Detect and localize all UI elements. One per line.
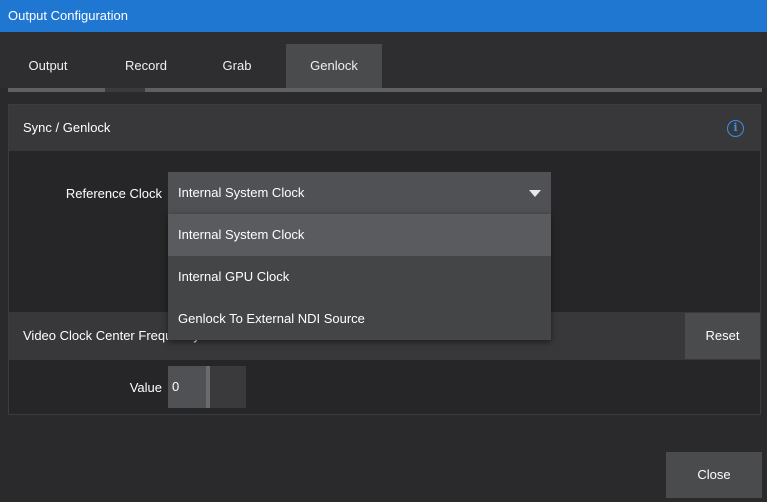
value-label: Value bbox=[129, 380, 162, 395]
sync-genlock-header: Sync / Genlock bbox=[9, 105, 760, 151]
option-genlock-external-ndi[interactable]: Genlock To External NDI Source bbox=[168, 298, 551, 340]
value-input[interactable]: 0 bbox=[168, 366, 206, 408]
sync-genlock-title: Sync / Genlock bbox=[23, 120, 111, 135]
info-icon[interactable]: i bbox=[727, 120, 744, 137]
reference-clock-value: Internal System Clock bbox=[178, 185, 305, 200]
footer bbox=[0, 428, 767, 502]
chevron-down-icon bbox=[529, 190, 541, 197]
reset-button[interactable]: Reset bbox=[685, 313, 760, 359]
tab-grab[interactable]: Grab bbox=[204, 44, 270, 88]
reference-clock-label: Reference Clock bbox=[65, 186, 162, 201]
close-button[interactable]: Close bbox=[666, 452, 762, 498]
tab-bar: Output Record Grab Genlock bbox=[0, 32, 767, 88]
tab-output[interactable]: Output bbox=[14, 44, 82, 88]
window-title: Output Configuration bbox=[8, 8, 128, 23]
window-title-bar: Output Configuration bbox=[0, 0, 767, 32]
value-slider-track[interactable] bbox=[210, 366, 246, 408]
option-internal-system-clock[interactable]: Internal System Clock bbox=[168, 214, 551, 256]
tab-underline-mark bbox=[105, 88, 145, 92]
reference-clock-dropdown: Internal System Clock Internal GPU Clock… bbox=[168, 214, 551, 340]
option-internal-gpu-clock[interactable]: Internal GPU Clock bbox=[168, 256, 551, 298]
reference-clock-select[interactable]: Internal System Clock bbox=[168, 172, 551, 214]
tab-genlock[interactable]: Genlock bbox=[286, 44, 382, 88]
tab-record[interactable]: Record bbox=[108, 44, 184, 88]
